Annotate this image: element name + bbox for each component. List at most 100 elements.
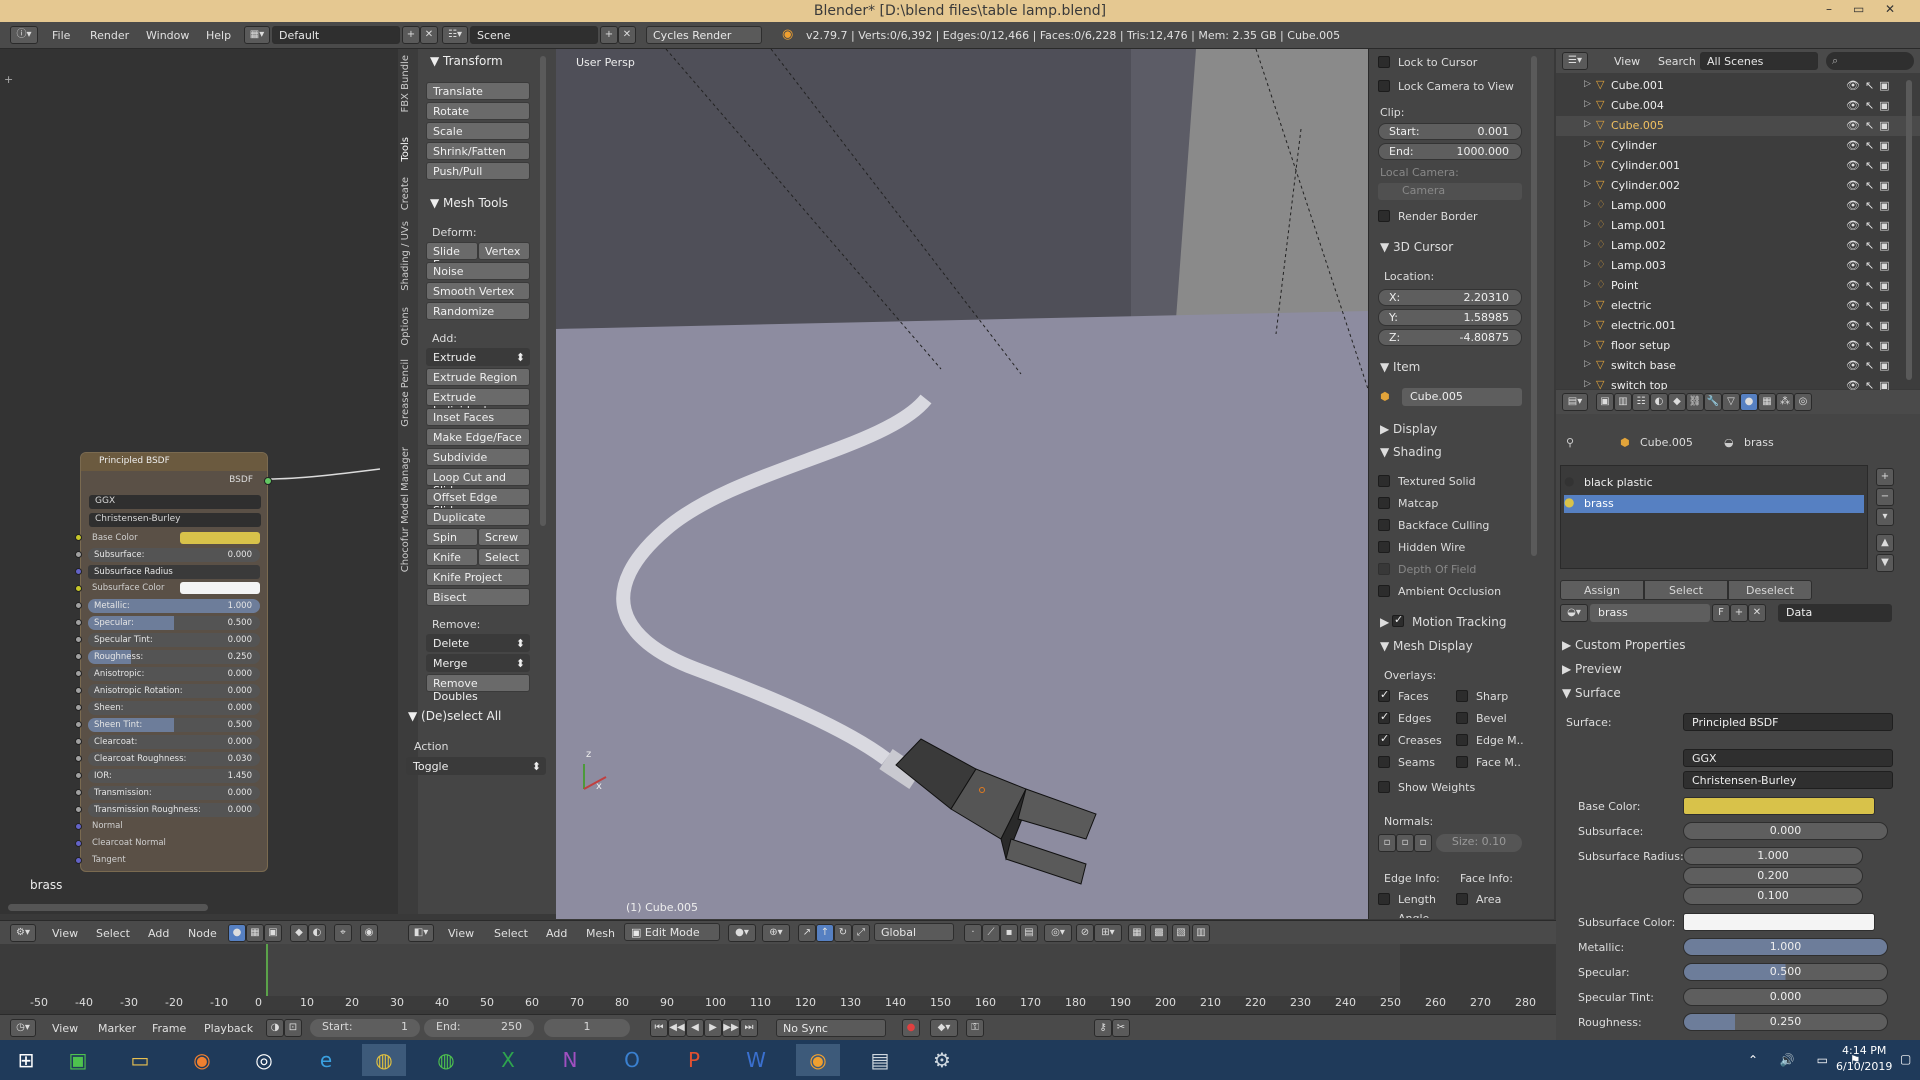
prev-key-icon[interactable]: ◀◀ (668, 1019, 686, 1037)
viewport-menu-add[interactable]: Add (546, 927, 567, 940)
visibility-icons[interactable]: 👁↖▣ (1846, 239, 1895, 252)
add-layout-icon[interactable]: + (402, 26, 420, 44)
specular-tint-field[interactable]: 0.000 (1683, 988, 1888, 1006)
transmission-field[interactable]: Transmission: 0.000 (88, 786, 260, 800)
socket[interactable] (75, 840, 82, 847)
scale-button[interactable]: Scale (426, 122, 530, 140)
faces-checkbox[interactable] (1378, 688, 1390, 702)
base-color-swatch[interactable] (180, 532, 260, 544)
metallic-field[interactable]: Metallic: 1.000 (88, 599, 260, 613)
pivot-icon[interactable]: ⊕▾ (762, 924, 790, 942)
tab-tools[interactable]: Tools (400, 137, 411, 162)
noise-button[interactable]: Noise (426, 262, 530, 280)
sharp-checkbox[interactable] (1456, 690, 1468, 702)
socket[interactable] (75, 585, 82, 592)
outliner-item[interactable]: ▷ ▽ Cylinder.002 👁↖▣ (1556, 176, 1920, 196)
onenote-icon[interactable]: N (548, 1044, 592, 1076)
specular-field[interactable]: Specular: 0.500 (88, 616, 260, 630)
shrink-fatten-button[interactable]: Shrink/Fatten (426, 142, 530, 160)
material-browse-icon[interactable]: ◒▾ (1560, 604, 1588, 622)
socket[interactable] (75, 687, 82, 694)
outliner-item[interactable]: ▷ ▽ Cylinder 👁↖▣ (1556, 136, 1920, 156)
length-checkbox[interactable] (1378, 893, 1390, 905)
render-border-checkbox[interactable] (1378, 210, 1390, 222)
layout-icon[interactable]: ▦▾ (244, 26, 270, 44)
visibility-icons[interactable]: 👁↖▣ (1846, 79, 1895, 92)
object-icon[interactable]: ◆ (290, 924, 308, 942)
outliner-menu-search[interactable]: Search (1658, 55, 1696, 68)
expand-icon[interactable]: ▷ (1584, 139, 1591, 149)
clearcoat-field[interactable]: Clearcoat: 0.000 (88, 735, 260, 749)
creases-checkbox[interactable] (1378, 732, 1390, 746)
viewport-menu-view[interactable]: View (448, 927, 474, 940)
manipulator-icon[interactable]: ↗ (798, 924, 816, 942)
vertex-slide-button[interactable]: Vertex (478, 242, 530, 260)
expand-icon[interactable]: ▷ (1584, 259, 1591, 269)
subsurface-method-select[interactable]: Christensen-Burley (1683, 771, 1893, 789)
socket[interactable] (75, 551, 82, 558)
keyframe-delete-icon[interactable]: ✂ (1112, 1019, 1130, 1037)
keyframe-insert-icon[interactable]: ⚷ (1094, 1019, 1112, 1037)
info-editor-icon[interactable]: ⓘ▾ (10, 26, 38, 44)
display-mode-select[interactable]: All Scenes (1700, 52, 1818, 70)
physics-tab-icon[interactable]: ◎ (1794, 393, 1812, 411)
material-slot-brass[interactable]: ● brass (1564, 495, 1864, 513)
socket[interactable] (75, 806, 82, 813)
roughness-field[interactable]: 0.250 (1683, 1013, 1888, 1031)
timeline[interactable]: -50 -40 -30 -20 -10 0 10 20 30 40 50 60 70 80 90 100 110… (0, 944, 1556, 1010)
expand-icon[interactable]: ▷ (1584, 339, 1591, 349)
rotate-manipulator-icon[interactable]: ↻ (834, 924, 852, 942)
subsurface-field[interactable]: 0.000 (1683, 822, 1888, 840)
outliner-item[interactable]: ▷ ♢ Lamp.003 👁↖▣ (1556, 256, 1920, 276)
hidden-wire-checkbox[interactable] (1378, 541, 1390, 553)
render-tab-icon[interactable]: ▣ (1596, 393, 1614, 411)
outlook-icon[interactable]: O (610, 1044, 654, 1076)
end-frame-field[interactable]: End: 250 (424, 1019, 534, 1037)
remove-doubles-button[interactable]: Remove Doubles (426, 674, 530, 703)
world-icon[interactable]: ◐ (308, 924, 326, 942)
deselect-button[interactable]: Deselect (1728, 580, 1812, 600)
chrome-icon[interactable]: ◍ (424, 1044, 468, 1076)
expand-icon[interactable]: ▷ (1584, 319, 1591, 329)
node-menu-view[interactable]: View (52, 927, 78, 940)
material-name-field[interactable]: brass (1590, 604, 1710, 622)
tab-create[interactable]: Create (400, 177, 411, 210)
settings-icon[interactable]: ⚙ (920, 1044, 964, 1076)
remove-scene-icon[interactable]: ✕ (618, 26, 636, 44)
firefox-icon[interactable]: ◉ (180, 1044, 224, 1076)
backface-culling-checkbox[interactable] (1378, 519, 1390, 531)
radius-z-field[interactable]: 0.100 (1683, 887, 1863, 905)
add-scene-icon[interactable]: + (600, 26, 618, 44)
menu-file[interactable]: File (52, 29, 70, 42)
radius-x-field[interactable]: 1.000 (1683, 847, 1863, 865)
outliner-item[interactable]: ▷ ▽ electric 👁↖▣ (1556, 296, 1920, 316)
particles-tab-icon[interactable]: ⁂ (1776, 393, 1794, 411)
scale-manipulator-icon[interactable]: ⤢ (852, 924, 870, 942)
snap-icon[interactable]: ◉ (360, 924, 378, 942)
current-frame-field[interactable]: 1 (544, 1019, 630, 1037)
outliner-menu-view[interactable]: View (1614, 55, 1640, 68)
extrude-individual-button[interactable]: Extrude Individual (426, 388, 530, 417)
radius-y-field[interactable]: 0.200 (1683, 867, 1863, 885)
store-icon[interactable]: ▣ (56, 1044, 100, 1076)
seams-checkbox[interactable] (1378, 756, 1390, 768)
face-marks-checkbox[interactable] (1456, 756, 1468, 768)
menu-help[interactable]: Help (206, 29, 231, 42)
base-color-swatch[interactable] (1683, 797, 1875, 815)
expand-icon[interactable]: ▷ (1584, 219, 1591, 229)
distribution-select[interactable]: GGX (89, 495, 261, 509)
node-menu-select[interactable]: Select (96, 927, 130, 940)
window-icon[interactable]: ▤ (858, 1044, 902, 1076)
edge-select-icon[interactable]: ⟋ (982, 924, 1000, 942)
expand-icon[interactable]: ▷ (1584, 199, 1591, 209)
tab-grease-pencil[interactable]: Grease Pencil (400, 359, 411, 427)
minimize-button[interactable]: – (1826, 2, 1832, 16)
shading-mode-icon[interactable]: ●▾ (728, 924, 756, 942)
offset-edge-slide-button[interactable]: Offset Edge Slide (426, 488, 530, 517)
outliner-item[interactable]: ▷ ▽ electric.001 👁↖▣ (1556, 316, 1920, 336)
face-select-icon[interactable]: ▪ (1000, 924, 1018, 942)
delete-menu[interactable]: Delete ⬍ (426, 634, 530, 652)
timeline-menu-view[interactable]: View (52, 1022, 78, 1035)
subsurface-color-swatch[interactable] (1683, 913, 1875, 931)
action-select[interactable]: Toggle ⬍ (406, 757, 546, 775)
